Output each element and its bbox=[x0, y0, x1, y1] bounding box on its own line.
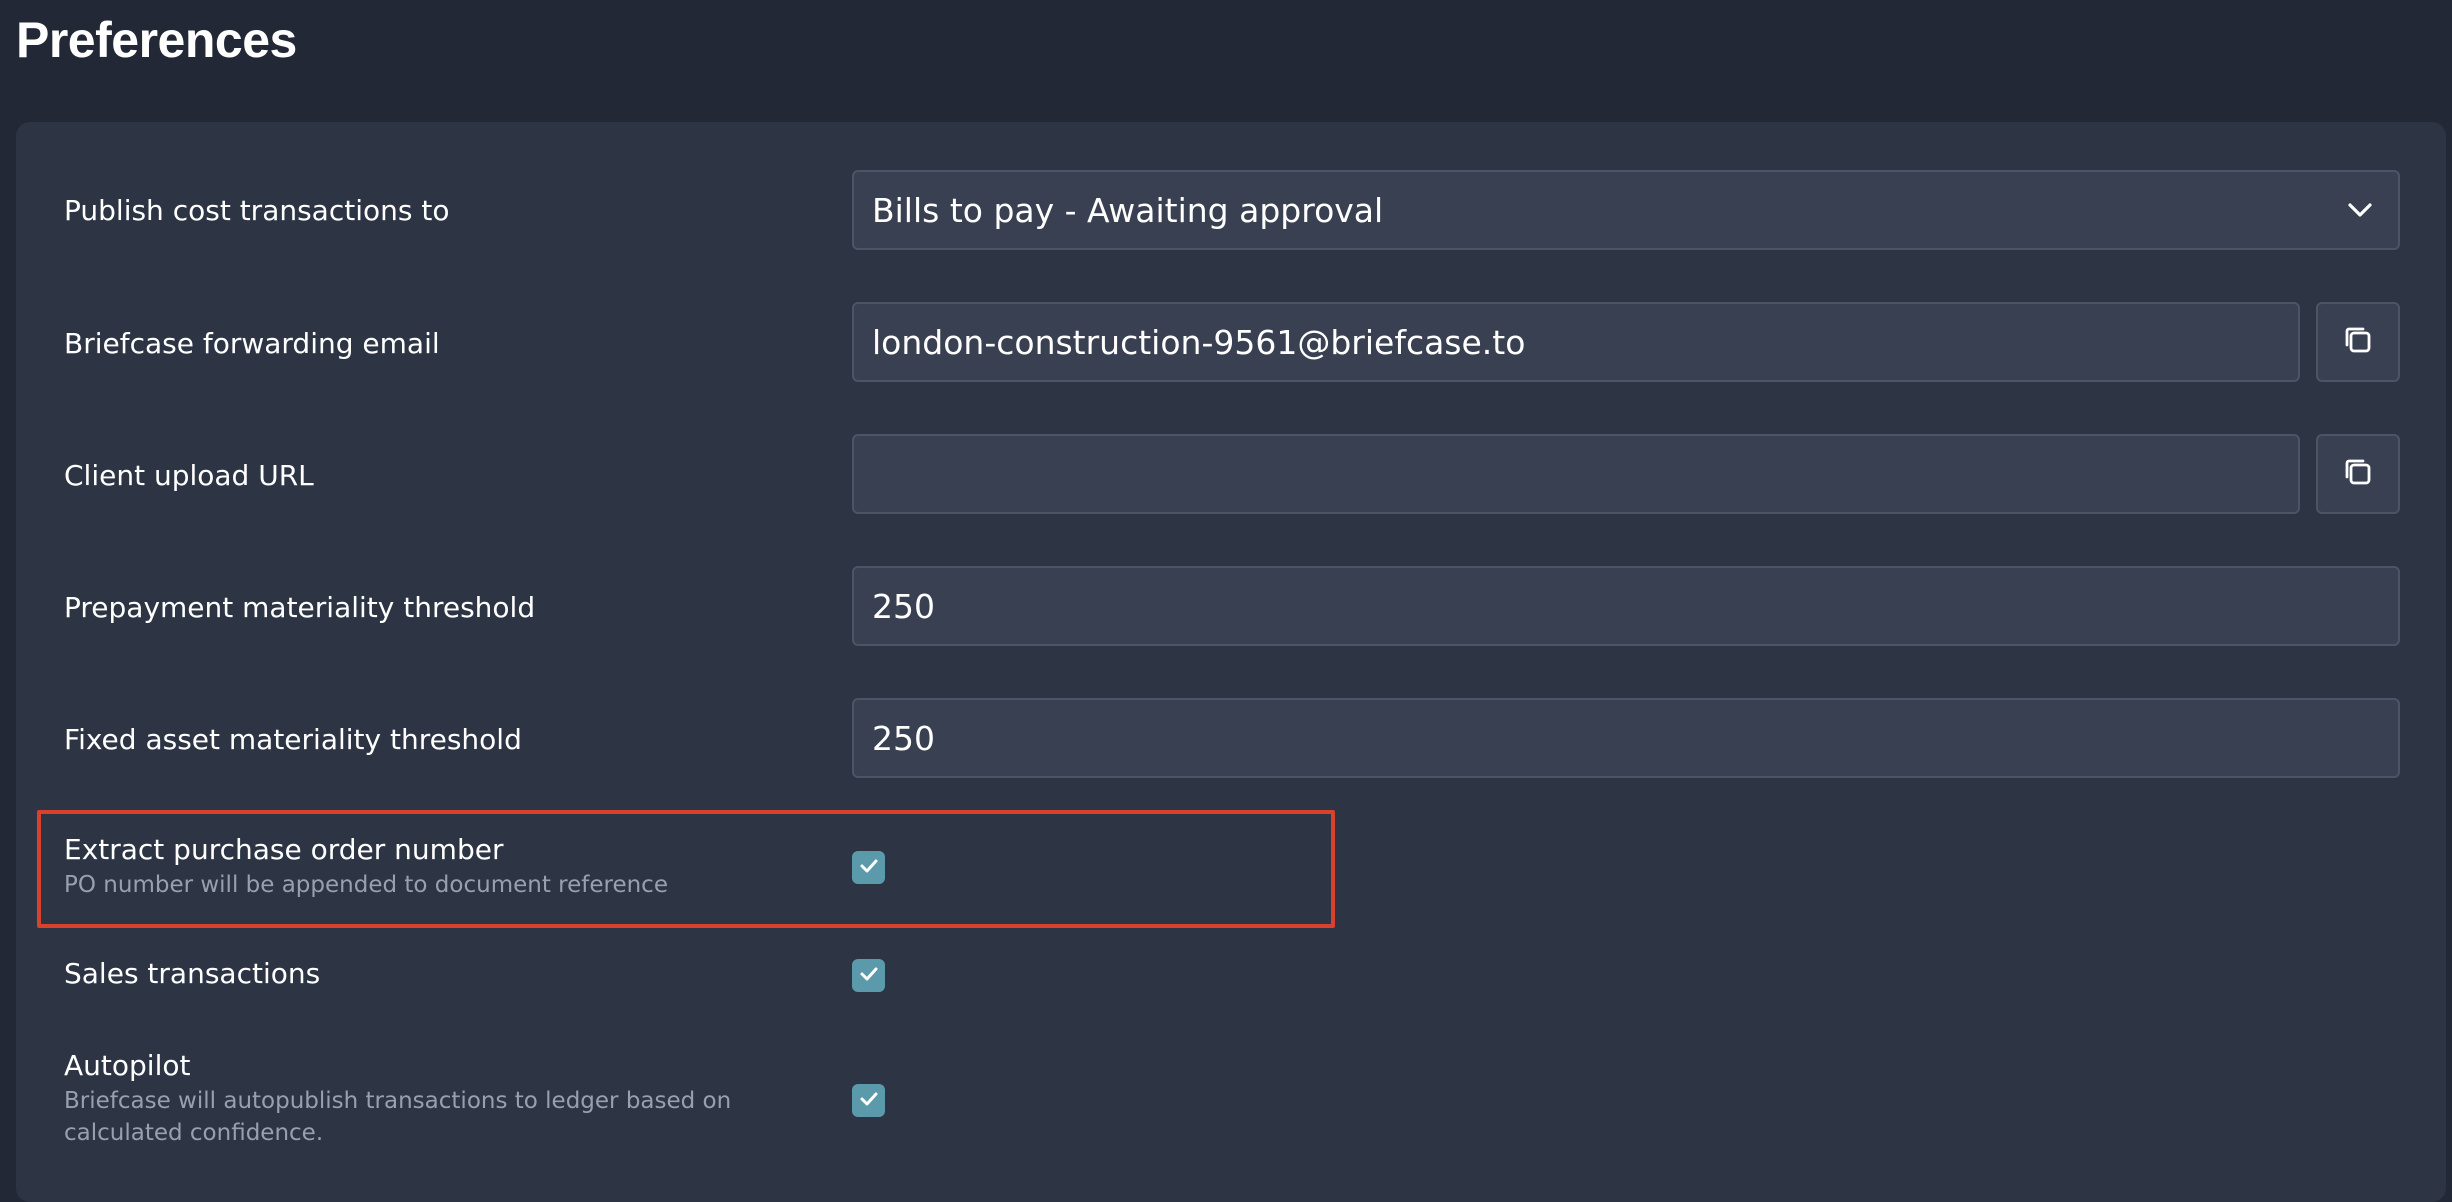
chevron-down-icon bbox=[2346, 196, 2374, 224]
copy-url-button[interactable] bbox=[2316, 434, 2400, 514]
client-upload-url-field[interactable] bbox=[852, 434, 2300, 514]
preferences-panel bbox=[16, 122, 2446, 1202]
fixed-asset-threshold-label: Fixed asset materiality threshold bbox=[64, 723, 522, 756]
publish-cost-value: Bills to pay - Awaiting approval bbox=[872, 190, 1384, 230]
publish-cost-select[interactable]: Bills to pay - Awaiting approval bbox=[852, 170, 2400, 250]
forwarding-email-value: london-construction-9561@briefcase.to bbox=[872, 322, 1526, 362]
autopilot-checkbox[interactable] bbox=[852, 1084, 885, 1117]
forwarding-email-field[interactable]: london-construction-9561@briefcase.to bbox=[852, 302, 2300, 382]
prepayment-threshold-label: Prepayment materiality threshold bbox=[64, 591, 536, 624]
autopilot-description-line1: Briefcase will autopublish transactions … bbox=[64, 1088, 732, 1114]
extract-po-description: PO number will be appended to document r… bbox=[64, 872, 668, 898]
publish-cost-label: Publish cost transactions to bbox=[64, 194, 450, 227]
client-upload-url-label: Client upload URL bbox=[64, 459, 314, 492]
prepayment-threshold-input[interactable]: 250 bbox=[852, 566, 2400, 646]
check-icon bbox=[859, 1091, 879, 1111]
sales-transactions-checkbox[interactable] bbox=[852, 959, 885, 992]
forwarding-email-label: Briefcase forwarding email bbox=[64, 327, 440, 360]
copy-email-button[interactable] bbox=[2316, 302, 2400, 382]
copy-icon bbox=[2341, 323, 2375, 361]
page-title: Preferences bbox=[16, 12, 297, 68]
check-icon bbox=[859, 966, 879, 986]
autopilot-label: Autopilot bbox=[64, 1049, 191, 1082]
copy-icon bbox=[2341, 455, 2375, 493]
check-icon bbox=[859, 858, 879, 878]
extract-po-checkbox[interactable] bbox=[852, 851, 885, 884]
sales-transactions-label: Sales transactions bbox=[64, 957, 321, 990]
fixed-asset-threshold-value: 250 bbox=[872, 718, 935, 758]
autopilot-description-line2: calculated confidence. bbox=[64, 1120, 324, 1146]
fixed-asset-threshold-input[interactable]: 250 bbox=[852, 698, 2400, 778]
prepayment-threshold-value: 250 bbox=[872, 586, 935, 626]
extract-po-label: Extract purchase order number bbox=[64, 833, 504, 866]
